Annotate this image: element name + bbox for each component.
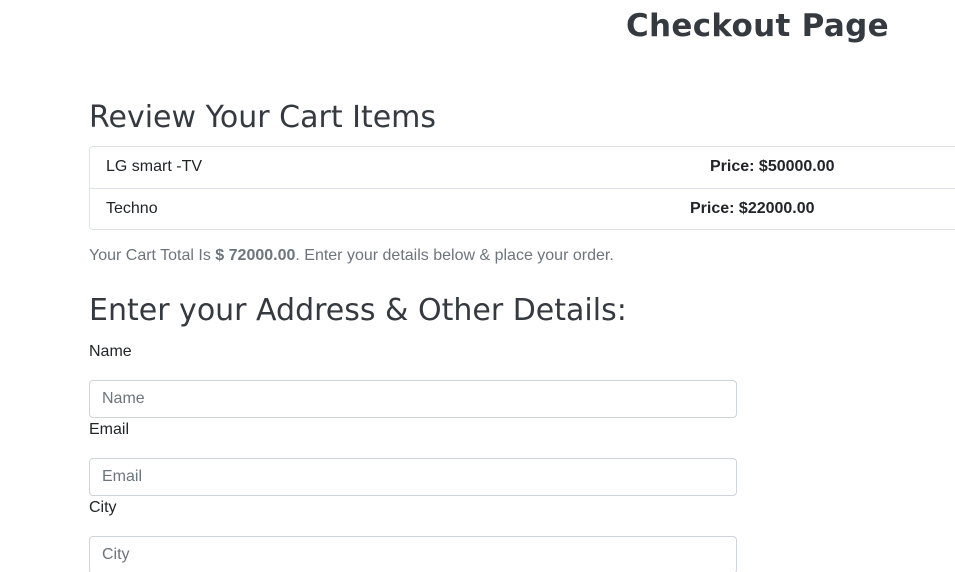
city-label: City <box>89 499 117 516</box>
cart-total-text: Your Cart Total Is $ 72000.00. Enter you… <box>89 247 614 265</box>
page-title: Checkout Page <box>626 8 889 44</box>
cart-item: LG smart -TV Price: $50000.00 <box>90 147 955 188</box>
details-section-heading: Enter your Address & Other Details: <box>89 293 627 328</box>
email-input[interactable] <box>89 458 737 496</box>
email-label: Email <box>89 421 130 438</box>
cart-item-name: LG smart -TV <box>106 158 203 175</box>
city-input[interactable] <box>89 536 737 572</box>
cart-items-list: LG smart -TV Price: $50000.00 Techno Pri… <box>89 146 955 230</box>
cart-item-price: Price: $22000.00 <box>690 200 815 217</box>
cart-item: Techno Price: $22000.00 <box>90 188 955 229</box>
cart-item-price: Price: $50000.00 <box>710 158 835 175</box>
cart-total-suffix: . Enter your details below & place your … <box>295 247 614 264</box>
cart-total-value: $ 72000.00 <box>215 247 296 264</box>
cart-item-name: Techno <box>106 200 158 217</box>
checkout-page: Checkout Page Review Your Cart Items LG … <box>0 0 955 572</box>
cart-section-heading: Review Your Cart Items <box>89 100 437 135</box>
name-label: Name <box>89 343 132 360</box>
name-input[interactable] <box>89 380 737 418</box>
cart-total-prefix: Your Cart Total Is <box>89 247 216 264</box>
